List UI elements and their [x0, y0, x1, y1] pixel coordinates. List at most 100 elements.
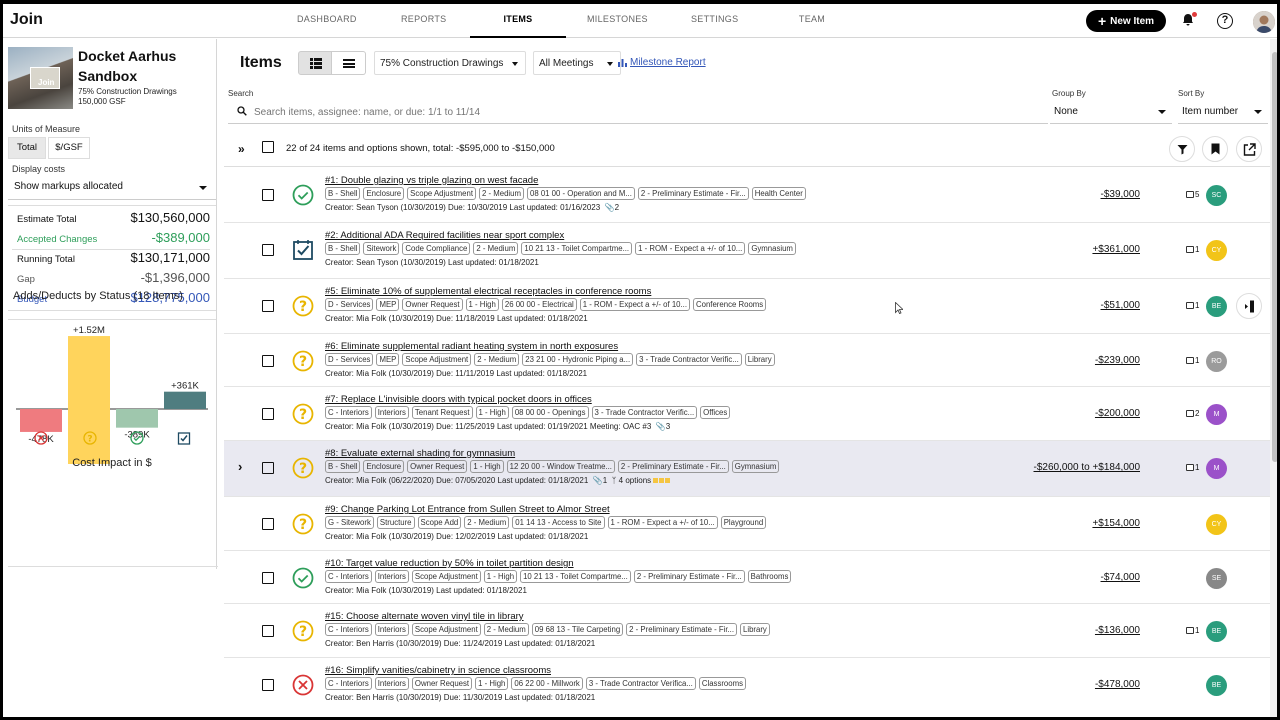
pending-status-icon[interactable]: ? — [292, 403, 314, 425]
item-title[interactable]: #5: Eliminate 10% of supplemental electr… — [325, 286, 651, 297]
item-row[interactable]: ›? #8: Evaluate external shading for gymn… — [224, 441, 1270, 497]
item-title[interactable]: #6: Eliminate supplemental radiant heati… — [325, 341, 618, 352]
assignee-avatar[interactable]: M — [1206, 458, 1227, 479]
item-checkbox[interactable] — [262, 355, 274, 367]
item-row[interactable]: #2: Additional ADA Required facilities n… — [224, 223, 1270, 279]
item-checkbox[interactable] — [262, 462, 274, 474]
tab-settings[interactable]: SETTINGS — [691, 14, 738, 24]
item-row[interactable]: ? #7: Replace L'invisible doors with typi… — [224, 387, 1270, 441]
assignee-avatar[interactable]: CY — [1206, 240, 1227, 261]
pending-status-icon[interactable]: ? — [292, 620, 314, 642]
assignee-avatar[interactable]: CY — [1206, 514, 1227, 535]
incorporated-status-icon[interactable] — [292, 239, 314, 261]
help-icon[interactable]: ? — [1217, 13, 1233, 29]
expand-row-icon[interactable]: › — [238, 459, 242, 474]
tab-team[interactable]: TEAM — [798, 14, 826, 24]
item-title[interactable]: #10: Target value reduction by 50% in to… — [325, 558, 574, 569]
open-sidebar-button[interactable] — [1236, 293, 1262, 319]
new-item-button[interactable]: + New Item — [1086, 10, 1166, 32]
chart-bar-accepted-deduct[interactable] — [116, 409, 158, 428]
chart-bar-pending-add[interactable] — [68, 336, 110, 409]
comment-count[interactable]: 2 — [1186, 409, 1199, 418]
tab-milestones[interactable]: MILESTONES — [587, 14, 648, 24]
item-checkbox[interactable] — [262, 300, 274, 312]
card-view-toggle[interactable] — [298, 51, 332, 75]
bookmark-button[interactable] — [1202, 136, 1228, 162]
item-cost[interactable]: +$154,000 — [1092, 518, 1140, 529]
item-row[interactable]: ? #5: Eliminate 10% of supplemental elect… — [224, 279, 1270, 334]
item-checkbox[interactable] — [262, 408, 274, 420]
comment-count[interactable]: 1 — [1186, 626, 1199, 635]
item-title[interactable]: #9: Change Parking Lot Entrance from Sul… — [325, 504, 610, 515]
rejected-status-icon[interactable] — [292, 674, 314, 696]
accepted-status-icon[interactable] — [292, 567, 314, 589]
item-title[interactable]: #8: Evaluate external shading for gymnas… — [325, 448, 515, 459]
scrollbar-thumb[interactable] — [1272, 52, 1277, 462]
filter-button[interactable] — [1169, 136, 1195, 162]
assignee-avatar[interactable]: BE — [1206, 621, 1227, 642]
pending-status-icon[interactable]: ? — [292, 350, 314, 372]
item-row[interactable]: #1: Double glazing vs triple glazing on … — [224, 168, 1270, 223]
tab-dashboard[interactable]: DASHBOARD — [297, 14, 356, 24]
item-checkbox[interactable] — [262, 679, 274, 691]
tab-reports[interactable]: REPORTS — [401, 14, 446, 24]
search-input[interactable] — [254, 103, 1034, 121]
join-logo[interactable]: Join — [10, 11, 43, 29]
item-row[interactable]: #10: Target value reduction by 50% in to… — [224, 551, 1270, 604]
item-title[interactable]: #7: Replace L'invisible doors with typic… — [325, 394, 592, 405]
item-checkbox[interactable] — [262, 189, 274, 201]
assignee-avatar[interactable]: BE — [1206, 675, 1227, 696]
pending-status-icon[interactable]: ? — [292, 295, 314, 317]
item-row[interactable]: ? #6: Eliminate supplemental radiant heat… — [224, 334, 1270, 387]
pending-status-icon[interactable]: ? — [292, 457, 314, 479]
item-cost[interactable]: -$200,000 — [1095, 408, 1140, 419]
item-checkbox[interactable] — [262, 572, 274, 584]
comment-count[interactable]: 1 — [1186, 301, 1199, 310]
item-row[interactable]: #16: Simplify vanities/cabinetry in scie… — [224, 658, 1270, 717]
tab-items[interactable]: ITEMS — [498, 14, 538, 24]
assignee-avatar[interactable]: M — [1206, 404, 1227, 425]
item-cost[interactable]: -$51,000 — [1101, 300, 1140, 311]
item-checkbox[interactable] — [262, 518, 274, 530]
display-costs-select[interactable]: Show markups allocated — [8, 176, 216, 200]
attachment-count: 1 — [602, 476, 608, 485]
item-cost[interactable]: -$39,000 — [1101, 189, 1140, 200]
item-title[interactable]: #2: Additional ADA Required facilities n… — [325, 230, 564, 241]
expand-all-icon[interactable]: » — [238, 142, 245, 156]
accepted-status-icon[interactable] — [292, 184, 314, 206]
comment-count[interactable]: 1 — [1186, 245, 1199, 254]
chart-bar-incorporated-add[interactable] — [164, 391, 206, 409]
units-gsf-toggle[interactable]: $/GSF — [48, 137, 90, 159]
units-total-toggle[interactable]: Total — [8, 137, 46, 159]
milestone-filter-select[interactable]: 75% Construction Drawings — [374, 51, 526, 75]
item-cost[interactable]: +$361,000 — [1092, 244, 1140, 255]
item-row[interactable]: ? #15: Choose alternate woven vinyl tile … — [224, 604, 1270, 658]
item-row[interactable]: ? #9: Change Parking Lot Entrance from Su… — [224, 497, 1270, 551]
item-cost[interactable]: -$136,000 — [1095, 625, 1140, 636]
assignee-avatar[interactable]: BE — [1206, 296, 1227, 317]
item-cost[interactable]: -$239,000 — [1095, 355, 1140, 366]
export-button[interactable] — [1236, 136, 1262, 162]
item-cost[interactable]: -$74,000 — [1101, 572, 1140, 583]
user-avatar[interactable] — [1253, 11, 1275, 33]
item-checkbox[interactable] — [262, 244, 274, 256]
assignee-avatar[interactable]: SC — [1206, 185, 1227, 206]
sort-by-select[interactable]: Item number — [1178, 100, 1268, 124]
compact-view-toggle[interactable] — [332, 51, 366, 75]
pending-status-icon[interactable]: ? — [292, 513, 314, 535]
comment-count[interactable]: 1 — [1186, 463, 1199, 472]
item-title[interactable]: #15: Choose alternate woven vinyl tile i… — [325, 611, 524, 622]
select-all-checkbox[interactable] — [262, 141, 274, 153]
item-cost[interactable]: -$478,000 — [1095, 679, 1140, 690]
assignee-avatar[interactable]: RO — [1206, 351, 1227, 372]
item-title[interactable]: #16: Simplify vanities/cabinetry in scie… — [325, 665, 551, 676]
comment-count[interactable]: 5 — [1186, 190, 1199, 199]
comment-count[interactable]: 1 — [1186, 356, 1199, 365]
item-title[interactable]: #1: Double glazing vs triple glazing on … — [325, 175, 538, 186]
item-cost[interactable]: -$260,000 to +$184,000 — [1034, 462, 1140, 473]
milestone-report-link[interactable]: Milestone Report — [630, 57, 706, 68]
item-checkbox[interactable] — [262, 625, 274, 637]
group-by-select[interactable]: None — [1050, 100, 1172, 124]
meeting-filter-select[interactable]: All Meetings — [533, 51, 621, 75]
assignee-avatar[interactable]: SE — [1206, 568, 1227, 589]
